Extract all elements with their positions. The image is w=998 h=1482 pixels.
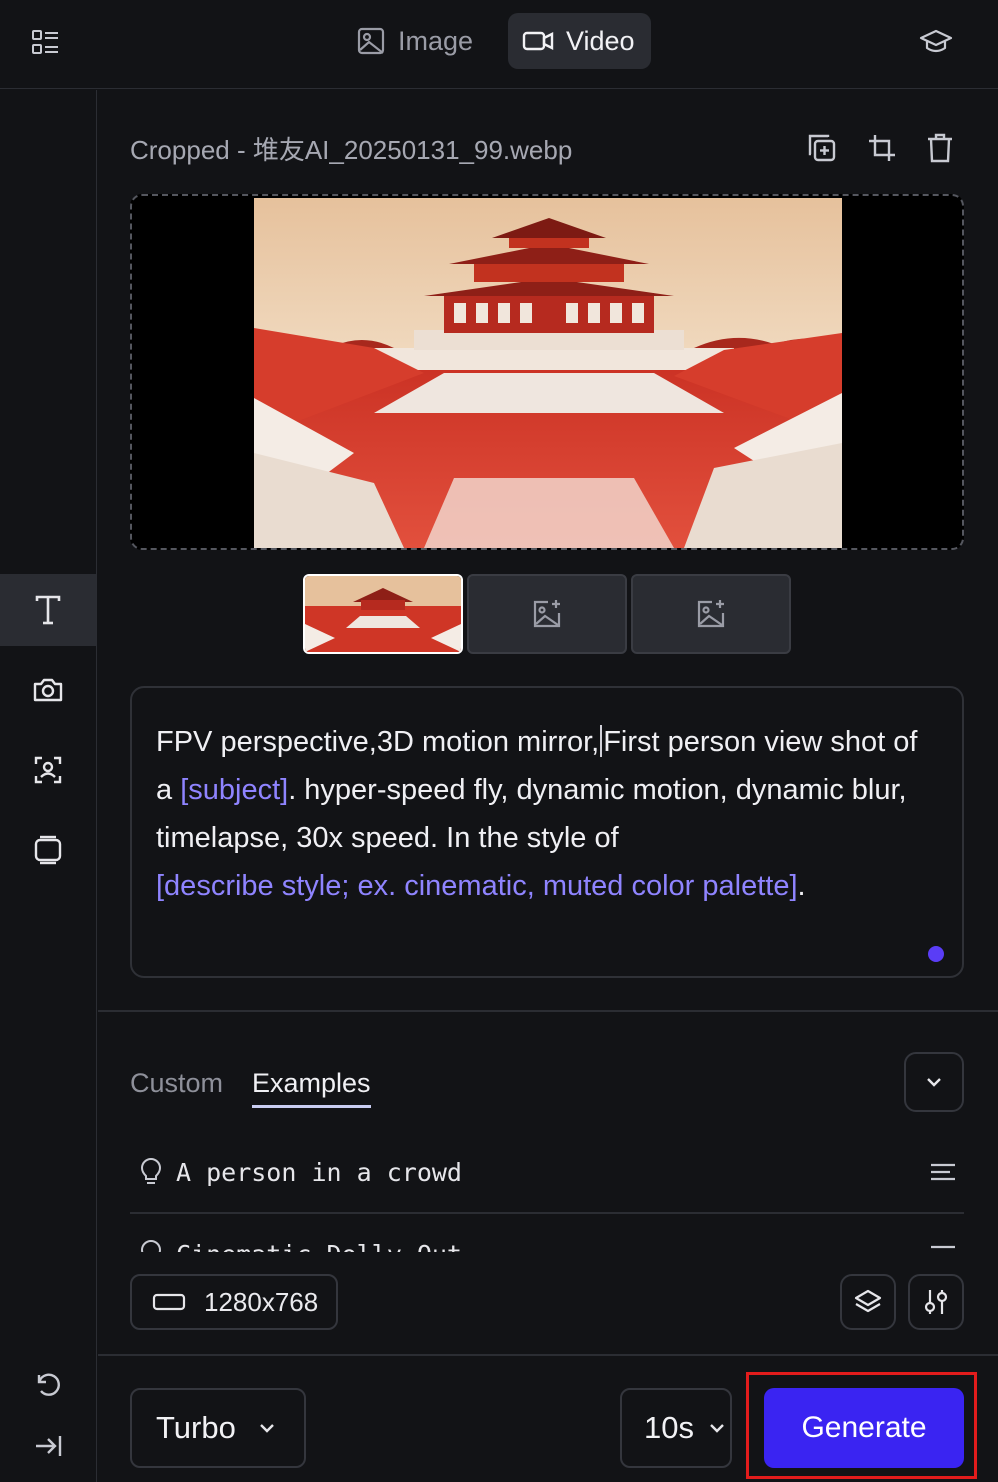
resolution-label: 1280x768 (204, 1286, 319, 1317)
undo-icon[interactable] (26, 1362, 70, 1406)
stacked-frames-icon (32, 834, 64, 866)
placeholder-subject[interactable]: [subject] (180, 774, 288, 806)
tab-custom[interactable]: Custom (130, 1068, 223, 1099)
model-label: Turbo (156, 1410, 236, 1445)
align-lines-icon[interactable] (930, 1162, 956, 1182)
main-panel: Cropped - 堆友AI_20250131_99.webp FPV pers… (98, 90, 998, 1482)
tab-image[interactable]: Image (342, 13, 487, 69)
expand-examples-button[interactable] (904, 1052, 964, 1112)
duration-select[interactable]: 10s (620, 1388, 732, 1468)
text-icon (33, 594, 63, 626)
resolution-button[interactable]: 1280x768 (130, 1274, 338, 1330)
chevron-down-icon (258, 1422, 276, 1434)
image-icon (356, 26, 386, 56)
sidebar-item-text[interactable] (0, 574, 96, 646)
sidebar-item-face-scan[interactable] (0, 734, 96, 806)
placeholder-style[interactable]: [describe style; ex. cinematic, muted co… (156, 870, 798, 902)
tab-video[interactable]: Video (508, 13, 651, 69)
add-image-icon (531, 598, 563, 630)
trash-icon[interactable] (918, 126, 962, 170)
aspect-ratio-icon (152, 1292, 186, 1312)
add-image-slot[interactable] (467, 574, 627, 654)
graduation-cap-icon[interactable] (914, 22, 958, 62)
list-item[interactable]: A person in a crowd (130, 1132, 964, 1212)
clipped-list-area: Cinematic Dolly Out (98, 1214, 998, 1252)
example-label: A person in a crowd (176, 1157, 462, 1187)
prompt-text-part4: . (797, 870, 806, 902)
image-preview[interactable] (130, 194, 964, 550)
menu-icon[interactable] (24, 22, 66, 64)
prompt-textarea[interactable]: FPV perspective,3D motion mirror, First p… (130, 686, 964, 978)
palace-scene-image (254, 198, 842, 548)
duration-label: 10s (644, 1410, 694, 1445)
status-dot (928, 946, 944, 962)
video-camera-icon (522, 26, 554, 56)
crop-icon[interactable] (860, 126, 904, 170)
face-scan-icon (33, 755, 63, 785)
prompt-text-part1: FPV perspective,3D motion mirror, (156, 726, 600, 758)
thumbnail-selected[interactable] (303, 574, 463, 654)
chevron-down-icon (708, 1422, 726, 1434)
list-item[interactable]: Cinematic Dolly Out (130, 1214, 964, 1252)
lightbulb-icon (140, 1240, 162, 1252)
camera-icon (32, 676, 64, 704)
sidebar-item-frames[interactable] (0, 814, 96, 886)
highlight-outline (746, 1372, 977, 1479)
add-image-icon (695, 598, 727, 630)
tab-video-label: Video (566, 25, 635, 56)
adjustments-button[interactable] (908, 1274, 964, 1330)
collapse-sidebar-icon[interactable] (26, 1424, 70, 1468)
text-caret (600, 725, 603, 757)
tab-image-label: Image (398, 25, 474, 56)
tab-examples[interactable]: Examples (252, 1068, 371, 1108)
thumbnail-image (305, 576, 461, 652)
section-divider (98, 1010, 998, 1012)
align-lines-icon[interactable] (930, 1244, 956, 1252)
duplicate-icon[interactable] (800, 126, 844, 170)
model-select[interactable]: Turbo (130, 1388, 306, 1468)
chevron-down-icon (925, 1076, 943, 1088)
layers-button[interactable] (840, 1274, 896, 1330)
example-label: Cinematic Dolly Out (176, 1240, 462, 1253)
lightbulb-icon (140, 1158, 162, 1186)
sidebar-item-camera[interactable] (0, 654, 96, 726)
file-title: Cropped - 堆友AI_20250131_99.webp (130, 135, 573, 165)
layers-icon (854, 1288, 882, 1316)
sliders-icon (923, 1288, 949, 1316)
top-bar: Image Video (0, 0, 998, 89)
add-image-slot[interactable] (631, 574, 791, 654)
footer-divider (98, 1354, 998, 1356)
left-sidebar (0, 90, 97, 1482)
